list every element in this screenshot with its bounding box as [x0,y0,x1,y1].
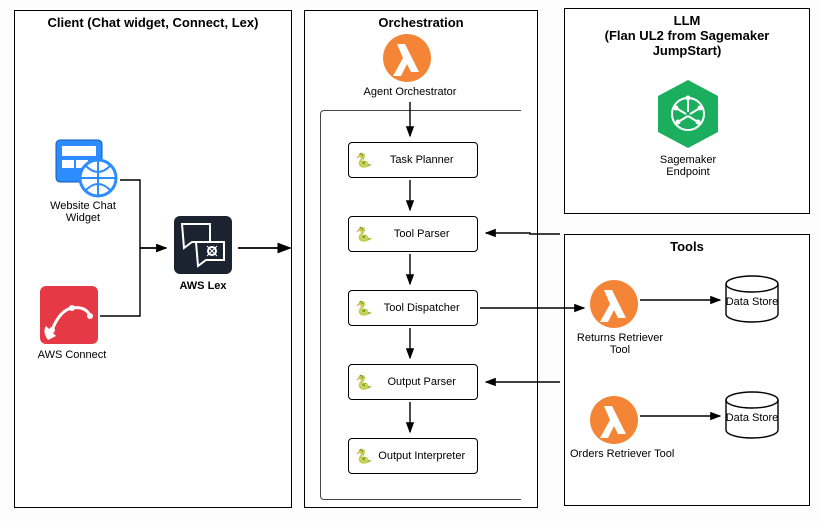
tool-dispatcher-label: Tool Dispatcher [372,302,471,314]
llm-title-line2: (Flan UL2 from Sagemaker [605,28,770,43]
task-planner-label: Task Planner [372,154,471,166]
tool-parser-box: 🐍 Tool Parser [348,216,478,252]
tools-panel: Tools [564,234,810,506]
output-parser-label: Output Parser [372,376,471,388]
client-title: Client (Chat widget, Connect, Lex) [15,15,291,30]
llm-title-line1: LLM [674,13,701,28]
orchestration-title: Orchestration [305,15,537,30]
tool-parser-label: Tool Parser [372,228,471,240]
task-planner-box: 🐍 Task Planner [348,142,478,178]
aws-connect-label: AWS Connect [34,349,110,361]
python-icon: 🐍 [355,448,372,465]
website-chat-label: Website Chat Widget [40,200,126,224]
python-icon: 🐍 [355,226,372,243]
python-icon: 🐍 [355,300,372,317]
returns-retriever-label: Returns Retriever Tool [572,332,668,356]
client-panel: Client (Chat widget, Connect, Lex) [14,10,292,508]
tools-title: Tools [565,239,809,254]
llm-panel: LLM (Flan UL2 from Sagemaker JumpStart) [564,8,810,214]
sagemaker-endpoint-text: Sagemaker Endpoint [660,154,716,178]
python-icon: 🐍 [355,374,372,391]
tool-dispatcher-box: 🐍 Tool Dispatcher [348,290,478,326]
output-interpreter-label: Output Interpreter [372,450,471,462]
aws-lex-label: AWS Lex [174,280,232,292]
returns-datastore-label: Data Store [722,296,782,308]
sagemaker-endpoint-label: Sagemaker Endpoint [648,154,728,178]
output-interpreter-box: 🐍 Output Interpreter [348,438,478,474]
output-parser-box: 🐍 Output Parser [348,364,478,400]
llm-title-line3: JumpStart) [653,43,722,58]
returns-retriever-text: Returns Retriever Tool [577,332,663,356]
llm-title: LLM (Flan UL2 from Sagemaker JumpStart) [565,13,809,58]
agent-orchestrator-label: Agent Orchestrator [350,86,470,98]
orders-retriever-text: Orders Retriever Tool [570,448,674,460]
orders-datastore-label: Data Store [722,412,782,424]
python-icon: 🐍 [355,152,372,169]
orders-retriever-label: Orders Retriever Tool [570,448,680,460]
